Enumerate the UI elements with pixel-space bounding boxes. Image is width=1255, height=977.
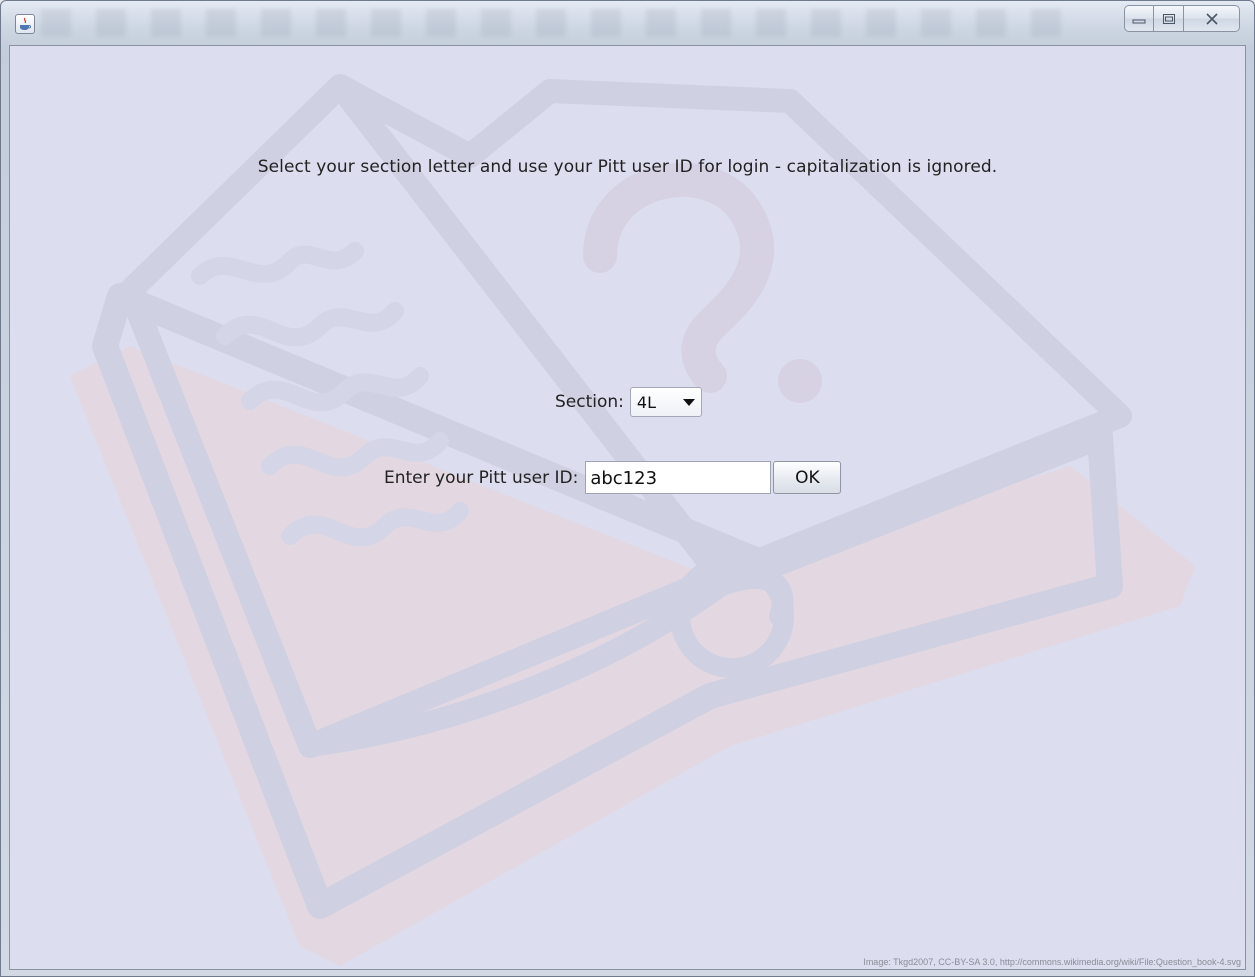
ok-button[interactable]: OK <box>773 461 842 494</box>
section-label: Section: <box>555 392 624 412</box>
section-dropdown[interactable]: 4L <box>629 387 702 417</box>
user-id-label: Enter your Pitt user ID: <box>384 467 579 488</box>
section-row: Section: 4L <box>555 387 702 417</box>
login-panel: Select your section letter and use your … <box>9 45 1246 970</box>
dropdown-arrow-icon[interactable] <box>682 399 695 406</box>
user-id-row: Enter your Pitt user ID: OK <box>384 461 842 494</box>
image-credit: Image: Tkgd2007, CC-BY-SA 3.0, http://co… <box>863 957 1241 967</box>
title-bar[interactable] <box>1 1 1254 45</box>
window-controls <box>1124 5 1240 32</box>
section-selected-value: 4L <box>636 392 656 412</box>
java-coffee-icon[interactable] <box>15 14 35 34</box>
maximize-button[interactable] <box>1154 5 1184 32</box>
question-book-icon <box>70 74 1195 966</box>
minimize-icon <box>1132 19 1146 23</box>
maximize-icon <box>1162 13 1175 24</box>
login-instruction: Select your section letter and use your … <box>257 157 998 177</box>
close-icon <box>1205 12 1218 25</box>
app-window: Select your section letter and use your … <box>0 0 1255 977</box>
close-button[interactable] <box>1184 5 1240 32</box>
minimize-button[interactable] <box>1124 5 1154 32</box>
user-id-input[interactable] <box>585 461 772 494</box>
